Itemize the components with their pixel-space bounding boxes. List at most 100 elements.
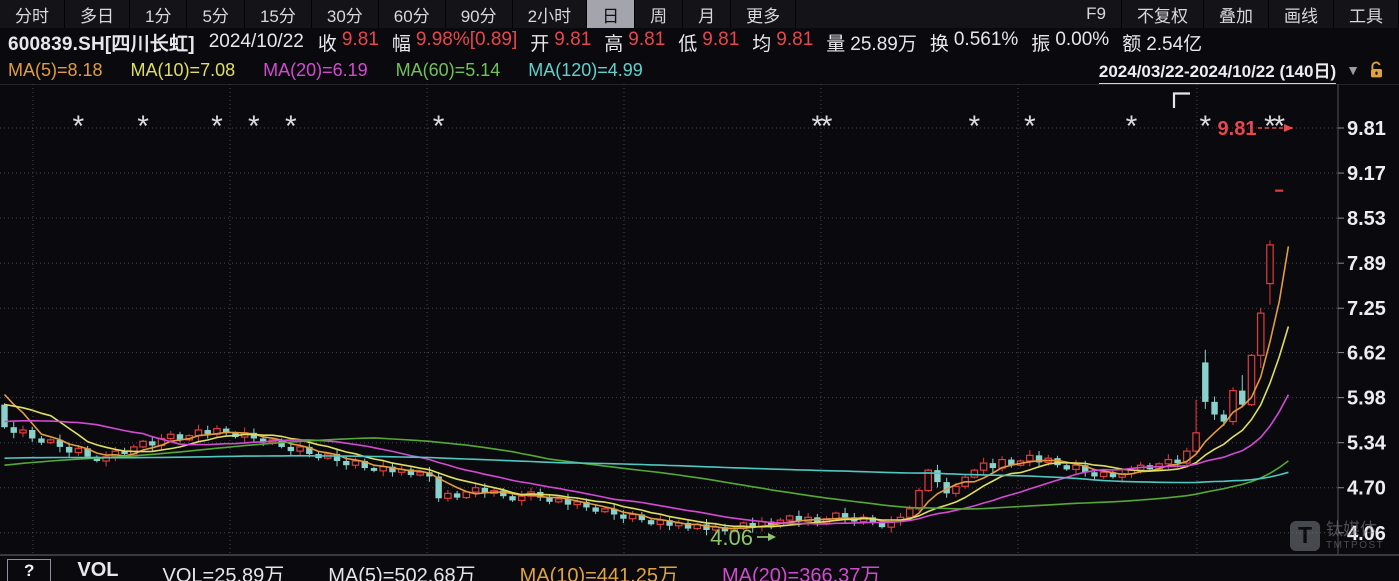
- period-tabbar: 分时多日1分5分15分30分60分90分2小时日周月更多 F9不复权叠加画线工具: [0, 0, 1399, 29]
- y-axis-label: 9.17: [1347, 163, 1386, 185]
- ma-value-label: MA(60)=5.14: [396, 60, 501, 81]
- candlestick-chart[interactable]: 9.814.06**************9.819.178.537.897.…: [0, 84, 1399, 555]
- tmtpost-logo-icon: T: [1290, 521, 1320, 551]
- period-tab[interactable]: 15分: [245, 0, 312, 28]
- period-tab[interactable]: 5分: [187, 0, 244, 28]
- quote-field: 低9.81: [678, 29, 739, 56]
- period-tabs-group: 分时多日1分5分15分30分60分90分2小时日周月更多: [0, 0, 796, 28]
- y-axis-label: 5.98: [1347, 388, 1386, 410]
- event-star-icon: *: [1199, 110, 1211, 143]
- ma-lines-layer: [5, 246, 1289, 528]
- vol-values-group: VOL=25.89万MA(5)=502.68万MA(10)=441.25万MA(…: [119, 556, 881, 581]
- period-tab[interactable]: 90分: [446, 0, 513, 28]
- quote-field-value: 9.98%[0.89]: [416, 29, 517, 56]
- quote-field-value: 9.81: [554, 29, 591, 56]
- period-tab[interactable]: 1分: [130, 0, 187, 28]
- quote-field-value: 9.81: [342, 29, 379, 56]
- quote-field-value: 9.81: [776, 29, 813, 56]
- quote-date: 2024/10/22: [209, 31, 304, 53]
- vol-value-label: MA(5)=502.68万: [328, 559, 475, 581]
- one-price-candle: [1275, 190, 1283, 192]
- stock-symbol: 600839.SH[四川长虹]: [8, 29, 195, 56]
- event-star-icon: *: [285, 110, 297, 143]
- quote-field: 高9.81: [604, 29, 665, 56]
- low-price-annotation: 4.06: [710, 525, 753, 550]
- y-axis-label: 4.70: [1347, 478, 1386, 500]
- unlocked-padlock-icon[interactable]: [1369, 61, 1385, 79]
- volume-indicator-bar: ? VOL VOL=25.89万MA(5)=502.68万MA(10)=441.…: [0, 555, 1399, 581]
- y-axis-label: 9.81: [1347, 118, 1386, 140]
- event-markers-layer: **************: [73, 110, 1286, 143]
- toolbar-button[interactable]: 不复权: [1122, 0, 1204, 28]
- y-axis-label: 7.25: [1347, 298, 1386, 320]
- period-tab[interactable]: 分时: [0, 0, 65, 28]
- event-star-icon: *: [433, 110, 445, 143]
- event-star-icon: *: [248, 110, 260, 143]
- quote-field: 振0.00%: [1031, 29, 1109, 56]
- period-tab[interactable]: 60分: [379, 0, 446, 28]
- ma-values-group: MA(5)=8.18MA(10)=7.08MA(20)=6.19MA(60)=5…: [8, 60, 671, 81]
- ma-value-label: MA(10)=7.08: [131, 60, 236, 81]
- quote-field: 额2.54亿: [1122, 29, 1202, 56]
- quote-fields-group: 收9.81幅9.98%[0.89]开9.81高9.81低9.81均9.81量25…: [318, 29, 1215, 56]
- ma-value-label: MA(5)=8.18: [8, 60, 103, 81]
- quote-field-label: 量: [826, 29, 845, 56]
- y-axis-label: 7.89: [1347, 253, 1386, 275]
- date-range-link[interactable]: 2024/03/22-2024/10/22 (140日): [1099, 57, 1336, 84]
- tmtpost-watermark: T 钛媒体 TMTPOST: [1290, 520, 1384, 551]
- period-tab[interactable]: 2小时: [513, 0, 587, 28]
- quote-field-label: 额: [1122, 29, 1141, 56]
- event-star-icon: *: [969, 110, 981, 143]
- ma-value-label: MA(120)=4.99: [528, 60, 643, 81]
- quote-field: 换0.561%: [930, 29, 1018, 56]
- period-tab[interactable]: 周: [635, 0, 683, 28]
- tabbar-spacer: [796, 0, 1071, 28]
- quote-field-label: 开: [530, 29, 549, 56]
- ma20-line: [5, 395, 1289, 524]
- grid-layer: [0, 84, 1399, 555]
- toolbar-button[interactable]: 画线: [1269, 0, 1334, 28]
- quote-field-label: 换: [930, 29, 949, 56]
- watermark-en: TMTPOST: [1326, 540, 1384, 552]
- date-range-wrap: 2024/03/22-2024/10/22 (140日) ▼: [1099, 57, 1385, 84]
- annotations-layer: 9.81 4.06: [710, 118, 1293, 550]
- chevron-down-icon[interactable]: ▼: [1346, 62, 1360, 78]
- quote-field-label: 均: [752, 29, 771, 56]
- quote-field-value: 9.81: [628, 29, 665, 56]
- quote-field-label: 幅: [392, 29, 411, 56]
- toolbar-button[interactable]: 叠加: [1204, 0, 1269, 28]
- stock-chart-app: 分时多日1分5分15分30分60分90分2小时日周月更多 F9不复权叠加画线工具…: [0, 0, 1399, 581]
- period-tab[interactable]: 日: [587, 0, 635, 28]
- quote-field-label: 低: [678, 29, 697, 56]
- quote-field: 均9.81: [752, 29, 813, 56]
- vol-pane-title: VOL: [77, 559, 118, 581]
- help-button[interactable]: ?: [7, 559, 51, 581]
- y-axis-label: 5.34: [1347, 433, 1387, 455]
- event-star-icon: *: [821, 110, 833, 143]
- last-price-annotation: 9.81: [1218, 118, 1257, 140]
- vol-value-label: MA(10)=441.25万: [520, 559, 678, 581]
- ma10-line: [5, 327, 1289, 527]
- event-star-icon: *: [137, 110, 149, 143]
- event-star-icon: *: [1024, 110, 1036, 143]
- y-axis-layer: 9.819.178.537.897.256.625.985.344.704.06: [1338, 118, 1387, 545]
- toolbar-button[interactable]: F9: [1071, 0, 1122, 28]
- quote-field-value: 0.00%: [1055, 29, 1109, 56]
- watermark-cn: 钛媒体: [1326, 520, 1384, 540]
- y-axis-label: 8.53: [1347, 208, 1386, 230]
- event-star-icon: *: [211, 110, 223, 143]
- toolbar-button[interactable]: 工具: [1334, 0, 1399, 28]
- event-star-icon: *: [1273, 110, 1285, 143]
- ma5-line: [5, 246, 1289, 528]
- quote-field-value: 0.561%: [954, 29, 1018, 56]
- period-tab[interactable]: 更多: [731, 0, 796, 28]
- quote-field-value: 9.81: [702, 29, 739, 56]
- quote-field-label: 振: [1031, 29, 1050, 56]
- quote-field: 幅9.98%[0.89]: [392, 29, 517, 56]
- period-tab[interactable]: 多日: [65, 0, 130, 28]
- period-tab[interactable]: 30分: [312, 0, 379, 28]
- period-tab[interactable]: 月: [683, 0, 731, 28]
- event-star-icon: *: [73, 110, 85, 143]
- stock-info-bar: 600839.SH[四川长虹] 2024/10/22 收9.81幅9.98%[0…: [0, 28, 1399, 56]
- quote-field: 量25.89万: [826, 29, 917, 56]
